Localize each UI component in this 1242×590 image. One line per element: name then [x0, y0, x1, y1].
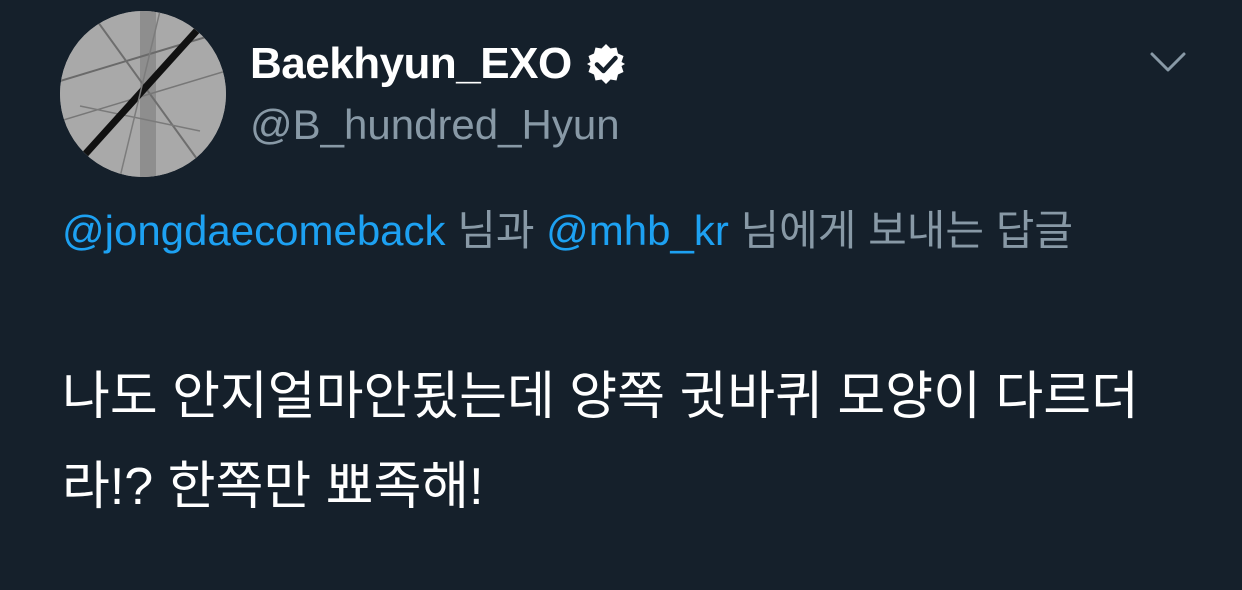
reply-mention-link[interactable]: @mhb_kr: [546, 207, 729, 254]
display-name-row[interactable]: Baekhyun_EXO: [250, 36, 628, 92]
reply-mention-link[interactable]: @jongdaecomeback: [62, 207, 446, 254]
user-handle[interactable]: @B_hundred_Hyun: [250, 97, 620, 153]
chevron-down-icon[interactable]: [1148, 46, 1188, 78]
reply-connector: 님과: [445, 207, 547, 254]
reply-suffix: 님에게 보내는 답글: [728, 207, 1073, 254]
tweet-text: 나도 안지얼마안됬는데 양쪽 귓바퀴 모양이 다르더라!? 한쪽만 뾰족해!: [62, 368, 1139, 516]
verified-badge-icon: [584, 42, 628, 86]
tweet-card: Baekhyun_EXO @B_hundred_Hyun @jongdaecom…: [0, 0, 1242, 590]
reply-context: @jongdaecomeback 님과 @mhb_kr 님에게 보내는 답글: [62, 200, 1162, 262]
avatar[interactable]: [60, 11, 226, 177]
avatar-image: [60, 11, 226, 177]
display-name[interactable]: Baekhyun_EXO: [250, 36, 572, 92]
